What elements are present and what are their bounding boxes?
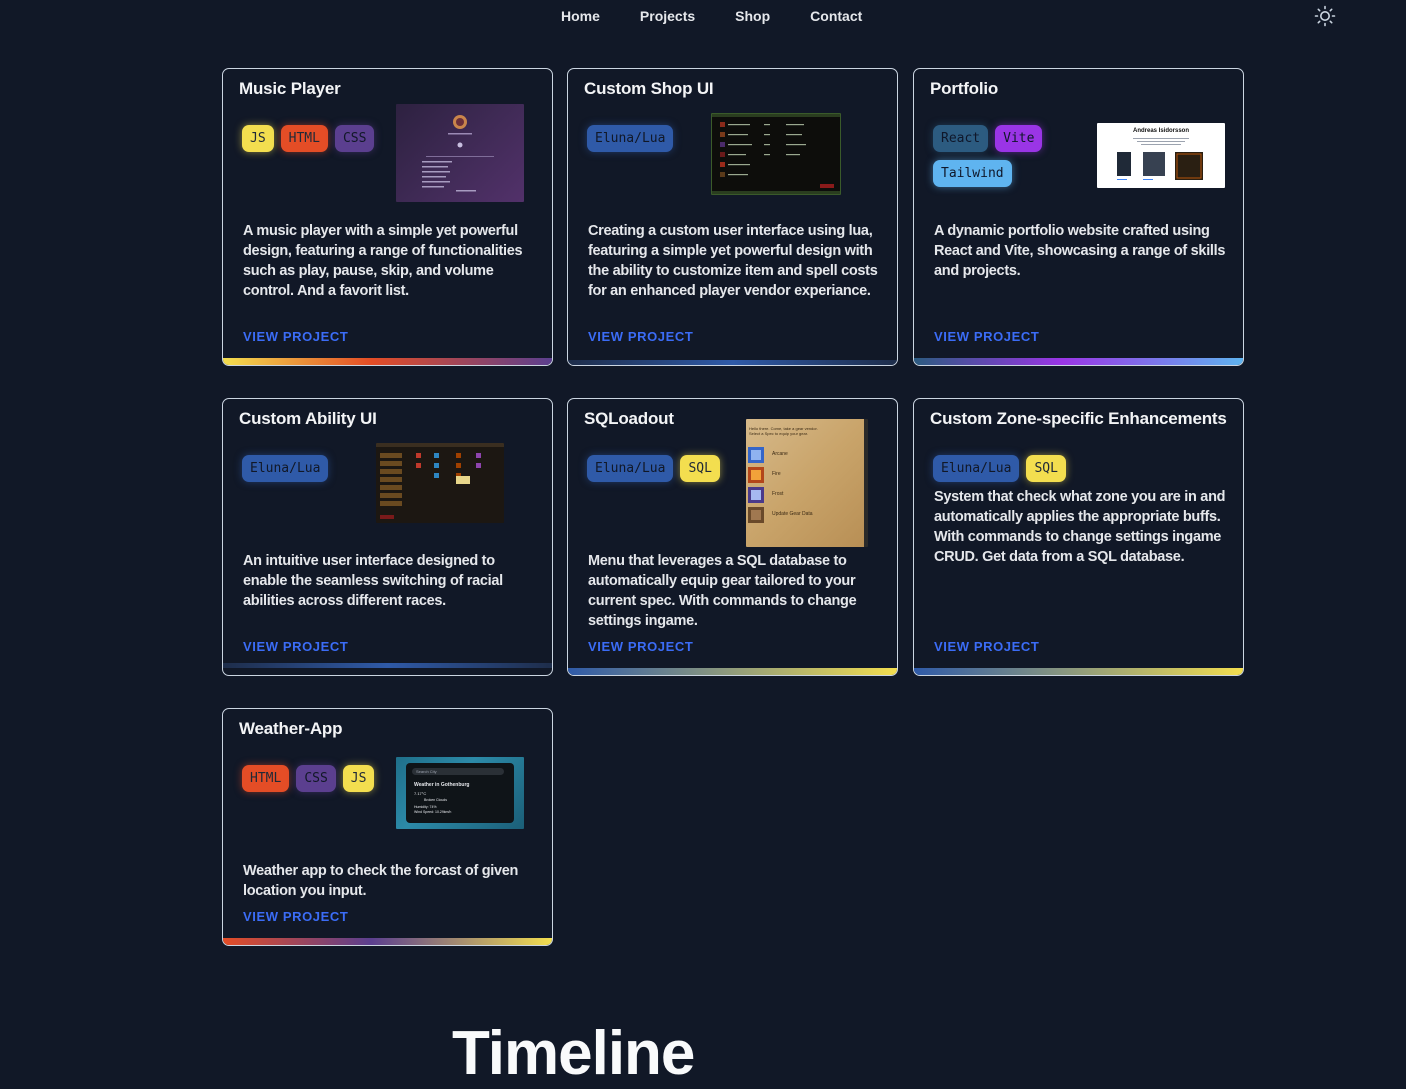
card-description: Menu that leverages a SQL database to au… bbox=[588, 553, 857, 629]
card-title: Custom Shop UI bbox=[584, 79, 714, 98]
tag-list: Eluna/Lua SQL bbox=[587, 455, 737, 482]
tag-list: HTML CSS JS bbox=[242, 765, 392, 792]
nav-home-link[interactable]: Home bbox=[561, 8, 600, 24]
thumbnail-city: Weather in Gothenburg bbox=[414, 782, 470, 788]
theme-toggle-button[interactable] bbox=[1314, 5, 1336, 27]
tag-sql: SQL bbox=[680, 455, 720, 482]
card-title: SQLoadout bbox=[584, 409, 674, 428]
tag-js: JS bbox=[242, 125, 274, 152]
nav-contact-link[interactable]: Contact bbox=[810, 8, 862, 24]
card-accent-bar bbox=[568, 668, 897, 675]
top-navigation: Home Projects Shop Contact bbox=[0, 0, 1406, 34]
view-project-link[interactable]: VIEW PROJECT bbox=[243, 639, 348, 654]
nav-projects-link[interactable]: Projects bbox=[640, 8, 695, 24]
view-project-link[interactable]: VIEW PROJECT bbox=[243, 909, 348, 924]
card-description: A dynamic portfolio website crafted usin… bbox=[934, 223, 1226, 279]
project-card-weather-app: Weather-App HTML CSS JS Search City Weat… bbox=[222, 708, 553, 946]
thumbnail-temp: 7.17°C bbox=[414, 791, 427, 796]
thumbnail-option-fire: Fire bbox=[772, 471, 781, 477]
view-project-link[interactable]: VIEW PROJECT bbox=[588, 329, 693, 344]
project-thumbnail bbox=[376, 443, 504, 523]
project-thumbnail: Hello there. Come, take a gear vendor. S… bbox=[746, 419, 868, 547]
tag-css: CSS bbox=[334, 125, 375, 152]
tag-sql: SQL bbox=[1026, 455, 1066, 482]
card-title: Custom Zone-specific Enhancements bbox=[930, 409, 1227, 428]
tag-list: React Vite Tailwind bbox=[933, 125, 1063, 187]
project-card-zone-enhancements: Custom Zone-specific Enhancements Eluna/… bbox=[913, 398, 1244, 676]
view-project-link[interactable]: VIEW PROJECT bbox=[934, 639, 1039, 654]
tag-js: JS bbox=[342, 765, 375, 792]
tag-list: Eluna/Lua bbox=[242, 455, 392, 482]
tag-html: HTML bbox=[280, 125, 328, 152]
tag-lua: Eluna/Lua bbox=[933, 455, 1020, 482]
tag-list: Eluna/Lua SQL bbox=[933, 455, 1133, 482]
card-accent-bar bbox=[914, 358, 1243, 365]
project-thumbnail: Andreas Isidorsson bbox=[1097, 123, 1225, 188]
view-project-link[interactable]: VIEW PROJECT bbox=[934, 329, 1039, 344]
tag-list: JS HTML CSS bbox=[242, 125, 392, 152]
tag-html: HTML bbox=[242, 765, 290, 792]
card-accent-bar bbox=[914, 668, 1243, 675]
card-title: Custom Ability UI bbox=[239, 409, 377, 428]
timeline-heading: Timeline bbox=[452, 1019, 695, 1088]
card-description: Weather app to check the forcast of give… bbox=[243, 863, 519, 899]
project-thumbnail: Search City Weather in Gothenburg 7.17°C… bbox=[396, 757, 524, 829]
project-card-custom-shop-ui: Custom Shop UI Eluna/Lua Creating a cust… bbox=[567, 68, 898, 366]
project-card-custom-ability-ui: Custom Ability UI Eluna/Lua An intuitive… bbox=[222, 398, 553, 676]
nav-shop-link[interactable]: Shop bbox=[735, 8, 770, 24]
thumbnail-search: Search City bbox=[412, 768, 504, 775]
card-accent-bar bbox=[568, 360, 897, 365]
card-description: An intuitive user interface designed to … bbox=[243, 553, 503, 609]
thumbnail-option-update: Update Gear Data bbox=[772, 511, 813, 517]
project-card-sqloadout: SQLoadout Eluna/Lua SQL Hello there. Com… bbox=[567, 398, 898, 676]
card-description: System that check what zone you are in a… bbox=[934, 489, 1226, 565]
tag-lua: Eluna/Lua bbox=[587, 125, 674, 152]
thumbnail-option-frost: Frost bbox=[772, 491, 784, 497]
thumbnail-option-arcane: Arcane bbox=[772, 451, 788, 457]
card-accent-bar bbox=[223, 663, 552, 668]
card-title: Portfolio bbox=[930, 79, 999, 98]
tag-react: React bbox=[933, 125, 989, 152]
project-card-music-player: Music Player JS HTML CSS A music player … bbox=[222, 68, 553, 366]
view-project-link[interactable]: VIEW PROJECT bbox=[243, 329, 348, 344]
card-description: Creating a custom user interface using l… bbox=[588, 223, 878, 299]
tag-css: CSS bbox=[296, 765, 336, 792]
tag-lua: Eluna/Lua bbox=[587, 455, 674, 482]
card-title: Music Player bbox=[239, 79, 341, 98]
tag-tailwind: Tailwind bbox=[933, 160, 1012, 187]
view-project-link[interactable]: VIEW PROJECT bbox=[588, 639, 693, 654]
tag-vite: Vite bbox=[995, 125, 1043, 152]
thumbnail-condition: Broken Clouds bbox=[424, 798, 447, 802]
card-title: Weather-App bbox=[239, 719, 343, 738]
project-thumbnail bbox=[396, 104, 524, 202]
nav-links: Home Projects Shop Contact bbox=[561, 8, 902, 24]
thumbnail-wind: Wind Speed: 10.29km/h bbox=[414, 810, 452, 814]
card-description: A music player with a simple yet powerfu… bbox=[243, 223, 523, 299]
project-card-portfolio: Portfolio React Vite Tailwind Andreas Is… bbox=[913, 68, 1244, 366]
card-accent-bar bbox=[223, 938, 552, 945]
project-thumbnail bbox=[711, 113, 841, 195]
tag-lua: Eluna/Lua bbox=[242, 455, 329, 482]
sun-icon bbox=[1314, 5, 1336, 27]
card-accent-bar bbox=[223, 358, 552, 365]
thumbnail-humidity: Humidity: 74% bbox=[414, 805, 437, 809]
